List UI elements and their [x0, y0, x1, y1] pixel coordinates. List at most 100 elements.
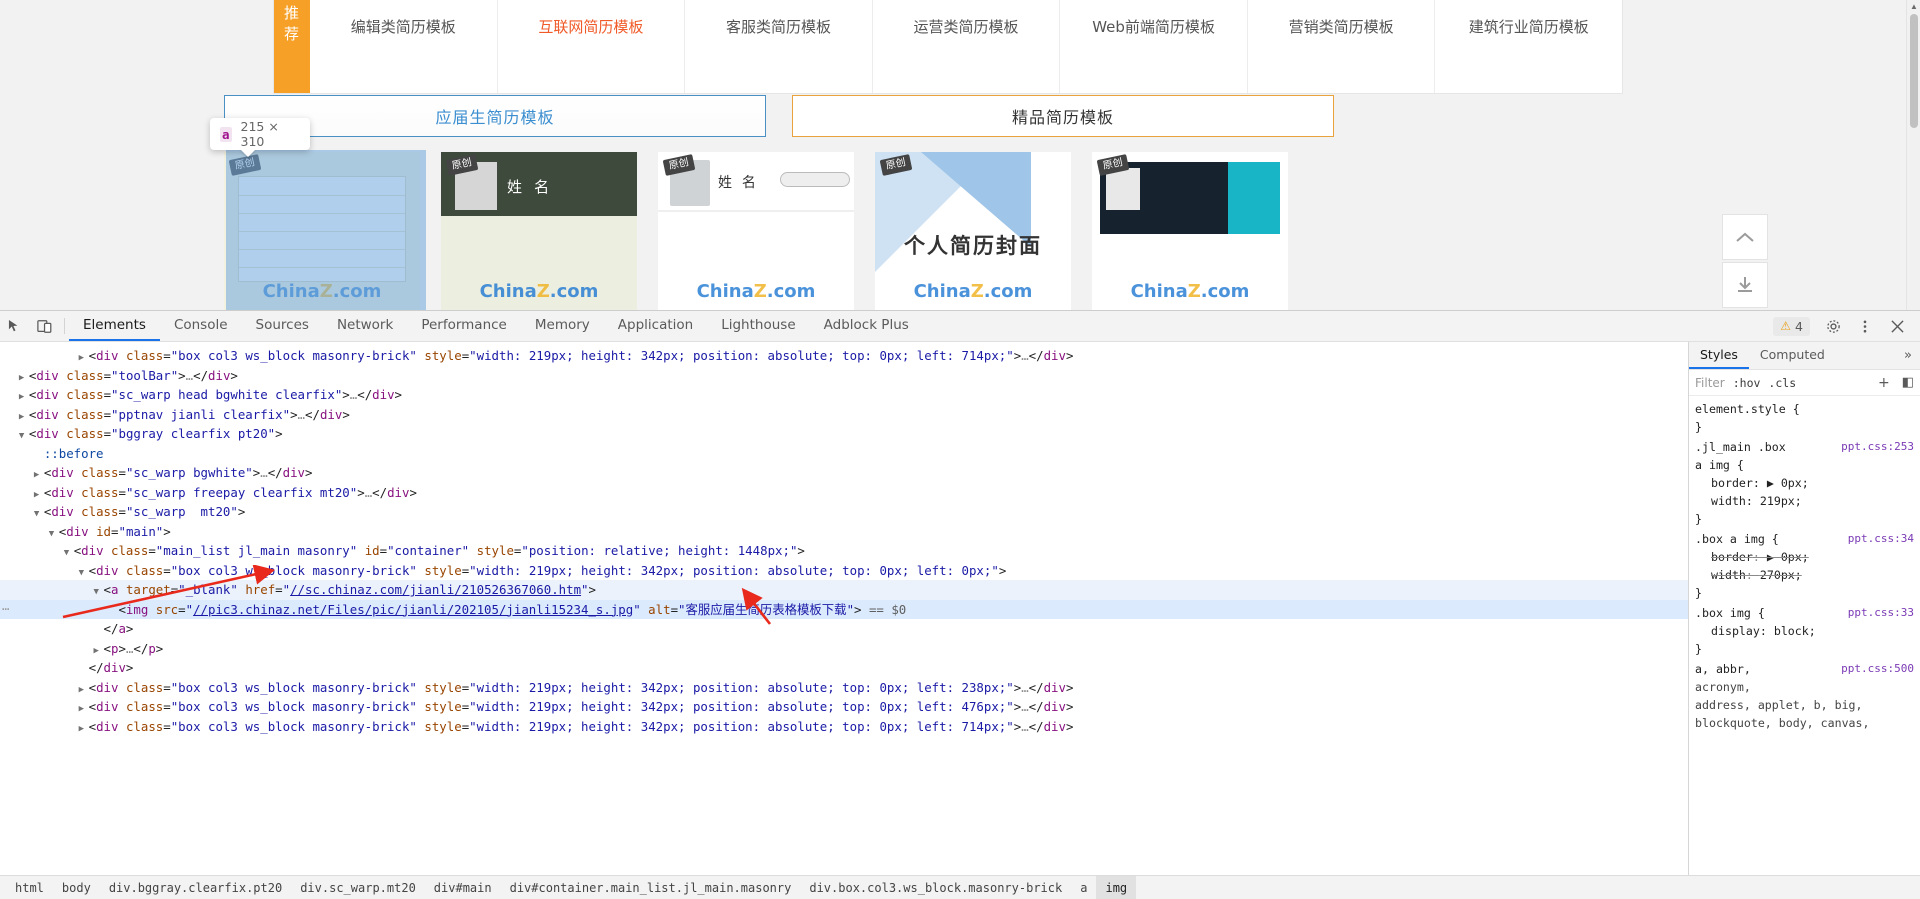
tab-application[interactable]: Application	[604, 311, 707, 341]
template-thumbnail[interactable]: 原创 ChinaZ.com	[1092, 152, 1288, 310]
dom-tree-line[interactable]: ▶ <div class="box col3 ws_block masonry-b…	[0, 697, 1688, 717]
styles-rules-list[interactable]: element.style {} .jl_main .box ppt.css:253…	[1689, 396, 1920, 876]
breadcrumb-item[interactable]: html	[6, 876, 53, 899]
dom-tree-line[interactable]: ▶ <div class="sc_warp head bgwhite clearf…	[0, 385, 1688, 405]
warning-count-chip[interactable]: ⚠ 4	[1773, 316, 1810, 336]
dom-tree-line[interactable]: ▶ <div class="box col3 ws_block masonry-b…	[0, 678, 1688, 698]
nav-link[interactable]: 技术开发简历模板	[1060, 0, 1247, 9]
breadcrumb-item[interactable]: div#container.main_list.jl_main.masonry	[501, 876, 801, 899]
css-property[interactable]: border: ▶ 0px;	[1695, 548, 1920, 566]
disclosure-triangle-icon[interactable]: ▶	[79, 720, 89, 740]
inspect-cursor-icon[interactable]	[0, 311, 30, 341]
nav-link[interactable]: 客服类简历模板	[685, 9, 872, 46]
tab-computed[interactable]: Computed	[1749, 342, 1836, 369]
nav-link[interactable]: 互联网简历模板	[498, 9, 685, 46]
css-rule[interactable]: .box img {ppt.css:33 display: block;}	[1695, 604, 1920, 658]
dom-tree-line[interactable]: ▶ <div class="box col3 ws_block masonry-b…	[0, 346, 1688, 366]
tab-performance[interactable]: Performance	[407, 311, 521, 341]
tab-premium-templates[interactable]: 精品简历模板	[792, 95, 1334, 137]
css-source-link[interactable]: ppt.css:33	[1848, 604, 1920, 622]
nav-link[interactable]: Web前端简历模板	[1060, 9, 1247, 46]
tab-lighthouse[interactable]: Lighthouse	[707, 311, 809, 341]
dom-tree-line[interactable]: ▼ <div class="box col3 ws_block masonry-b…	[0, 561, 1688, 581]
css-rule-close: }	[1695, 420, 1702, 434]
css-selector[interactable]: .box a img {	[1695, 530, 1779, 548]
nav-link[interactable]: 编辑类简历模板	[310, 9, 497, 46]
nav-link[interactable]: 运营类简历模板	[873, 9, 1060, 46]
nav-link[interactable]: 推广类简历模板	[1248, 0, 1435, 9]
gear-icon[interactable]	[1818, 319, 1848, 334]
css-rule[interactable]: a, abbr, ppt.css:500 acronym, address, appl…	[1695, 660, 1920, 732]
tab-network[interactable]: Network	[323, 311, 407, 341]
dom-tree-line[interactable]: ::before	[0, 444, 1688, 464]
dom-tree-line[interactable]: ▼ <div class="main_list jl_main masonry" …	[0, 541, 1688, 561]
elements-dom-tree[interactable]: ▶ <div class="box col3 ws_block masonry-b…	[0, 342, 1688, 876]
dom-tree-line[interactable]: ▶ <div class="toolBar">…</div>	[0, 366, 1688, 386]
template-thumbnail[interactable]: 原创 个人简历封面 ChinaZ.com	[875, 152, 1071, 310]
scrollbar-thumb[interactable]	[1910, 14, 1918, 128]
css-source-link[interactable]: ppt.css:34	[1848, 530, 1920, 548]
breadcrumb-item[interactable]: div.sc_warp.mt20	[291, 876, 425, 899]
scroll-to-top-button[interactable]	[1722, 214, 1768, 260]
breadcrumb-item[interactable]: div.bggray.clearfix.pt20	[100, 876, 291, 899]
nav-link[interactable]: 市场类简历模板	[685, 0, 872, 9]
template-thumbnail[interactable]: 原创 姓 名 ChinaZ.com	[658, 152, 854, 310]
dom-tree-line[interactable]: ▶ <div class="box col3 ws_block masonry-b…	[0, 717, 1688, 737]
css-rule[interactable]: element.style {}	[1695, 400, 1920, 436]
css-property[interactable]: border: ▶ 0px;	[1695, 474, 1920, 492]
breadcrumb-item[interactable]: img	[1096, 875, 1137, 899]
filter-input[interactable]: Filter	[1695, 376, 1725, 390]
cls-toggle[interactable]: .cls	[1768, 376, 1796, 390]
css-property[interactable]: width: 270px;	[1695, 566, 1920, 584]
tooltip-dimensions: 215 × 310	[240, 119, 279, 149]
breadcrumb-item[interactable]: a	[1071, 876, 1096, 899]
dom-tree-line[interactable]: ▼ <a target="_blank" href="//sc.chinaz.co…	[0, 580, 1688, 600]
dom-tree-line[interactable]: ▼ <div class="sc_warp mt20">	[0, 502, 1688, 522]
close-icon[interactable]	[1882, 319, 1912, 333]
tab-adblock-plus[interactable]: Adblock Plus	[810, 311, 923, 341]
plus-icon[interactable]: +	[1878, 375, 1890, 391]
tab-elements[interactable]: Elements	[69, 311, 160, 341]
kebab-menu-icon[interactable]	[1850, 319, 1880, 334]
nav-link[interactable]: 营销类简历模板	[1248, 9, 1435, 46]
hov-toggle[interactable]: :hov	[1733, 376, 1761, 390]
dom-tree-line[interactable]: </a>	[0, 619, 1688, 639]
nav-link[interactable]: 应届生简历模板	[498, 0, 685, 9]
breadcrumb-item[interactable]: body	[53, 876, 100, 899]
device-toolbar-icon[interactable]	[30, 311, 60, 341]
nav-link[interactable]: 微商简历模板	[873, 0, 1060, 9]
css-rule[interactable]: .jl_main .box ppt.css:253 a img {border: ▶…	[1695, 438, 1920, 528]
nav-link[interactable]: 助理类简历模板	[310, 0, 497, 9]
css-selector[interactable]: a, abbr,	[1695, 660, 1751, 678]
css-selector[interactable]: .box img {	[1695, 604, 1765, 622]
breadcrumb-item[interactable]: div#main	[425, 876, 501, 899]
nav-link[interactable]: 网页设计简历模板	[1435, 0, 1622, 9]
nav-link[interactable]: 建筑行业简历模板	[1435, 9, 1622, 46]
dom-tree-line[interactable]: ▼ <div id="main">	[0, 522, 1688, 542]
breadcrumb-item[interactable]: div.box.col3.ws_block.masonry-brick	[800, 876, 1071, 899]
template-thumbnail[interactable]: 原创 姓 名 ChinaZ.com	[441, 152, 637, 310]
dom-tree-line[interactable]: ▼ <div class="bggray clearfix pt20">	[0, 424, 1688, 444]
css-selector[interactable]: element.style {	[1695, 400, 1800, 418]
dom-tree-line[interactable]: ▶ <div class="sc_warp freepay clearfix mt…	[0, 483, 1688, 503]
css-source-link[interactable]: ppt.css:500	[1841, 660, 1920, 678]
download-button[interactable]	[1722, 262, 1768, 308]
dom-tree-line[interactable]: <img src="//pic3.chinaz.net/Files/pic/ji…	[0, 599, 1688, 619]
thumbnail-name-text: 姓 名	[507, 179, 554, 196]
tab-styles[interactable]: Styles	[1689, 342, 1749, 369]
css-rule[interactable]: .box a img { ppt.css:34 border: ▶ 0px; widt…	[1695, 530, 1920, 602]
css-property[interactable]: width: 219px;	[1695, 492, 1920, 510]
css-property[interactable]: display: block;	[1695, 622, 1920, 640]
dom-tree-line[interactable]: </div>	[0, 658, 1688, 678]
scrollbar-up-arrow-icon[interactable]: ▲	[1907, 0, 1920, 14]
dom-tree-line[interactable]: ▶ <div class="pptnav jianli clearfix">…</…	[0, 405, 1688, 425]
css-source-link[interactable]: ppt.css:253	[1841, 438, 1920, 456]
dom-tree-line[interactable]: ▶ <div class="sc_warp bgwhite">…</div>	[0, 463, 1688, 483]
tab-sources[interactable]: Sources	[242, 311, 323, 341]
dom-tree-line[interactable]: ▶ <p>…</p>	[0, 639, 1688, 659]
tab-console[interactable]: Console	[160, 311, 242, 341]
chevron-double-right-icon[interactable]: »	[1896, 342, 1920, 369]
css-selector[interactable]: .jl_main .box	[1695, 438, 1786, 456]
tab-memory[interactable]: Memory	[521, 311, 604, 341]
side-panel-icon[interactable]: ◧	[1898, 375, 1914, 390]
